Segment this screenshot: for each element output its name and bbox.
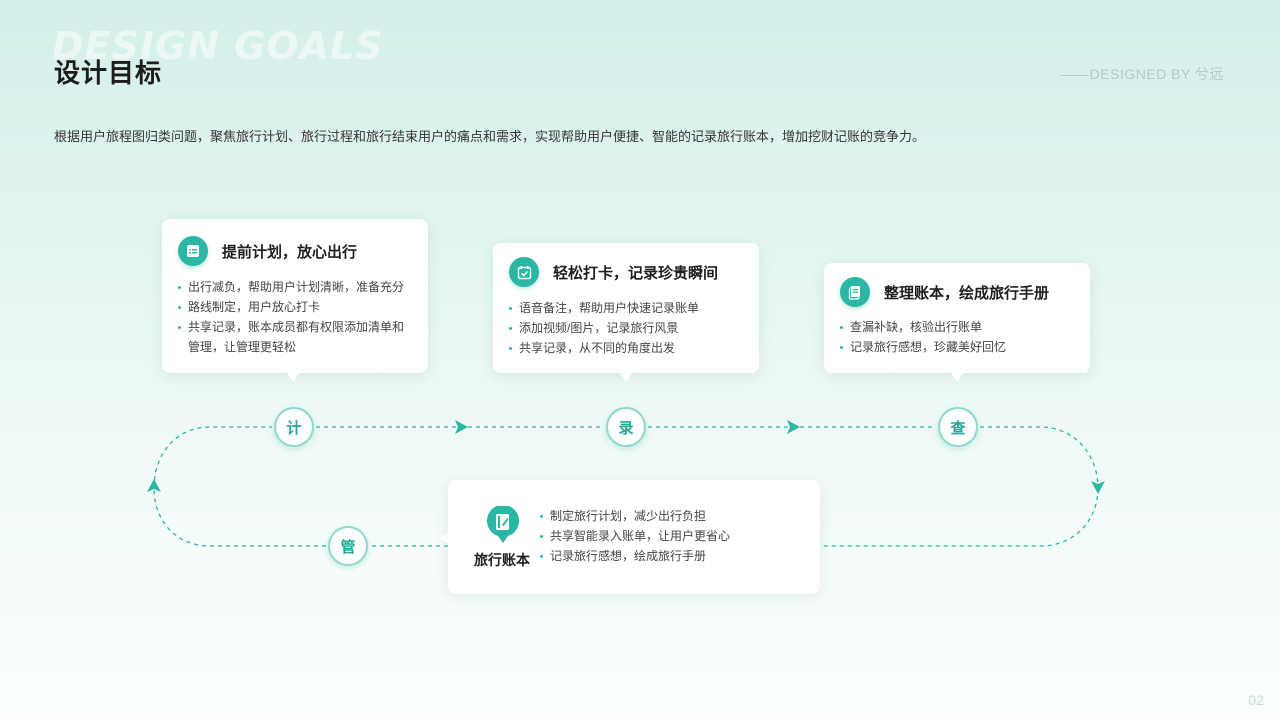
card-bullet-list: 出行减负，帮助用户计划清晰，准备充分 路线制定，用户放心打卡 共享记录，账本成员… (178, 277, 404, 357)
flow-arrow-right-1 (455, 420, 468, 434)
bullet-item: 记录旅行感想，绘成旅行手册 (540, 546, 730, 566)
bullet-item-continued: 管理，让管理更轻松 (188, 340, 297, 354)
card-bullet-list: 查漏补缺，核验出行账单 记录旅行感想，珍藏美好回忆 (840, 317, 1006, 357)
list-icon (178, 236, 208, 266)
ledger-bullet-list: 制定旅行计划，减少出行负担 共享智能录入账单，让用户更省心 记录旅行感想，绘成旅… (540, 506, 730, 566)
node-record: 录 (606, 407, 646, 447)
travel-ledger-label: 旅行账本 (474, 552, 530, 568)
card-title: 提前计划，放心出行 (222, 243, 358, 261)
document-icon (840, 277, 870, 307)
bullet-item: 共享记录，从不同的角度出发 (509, 338, 699, 358)
bullet-item: 添加视频/图片，记录旅行风景 (509, 318, 699, 338)
bullet-item: 制定旅行计划，减少出行负担 (540, 506, 730, 526)
node-review: 查 (938, 407, 978, 447)
card-title: 整理账本，绘成旅行手册 (884, 284, 1050, 302)
bullet-item: 共享智能录入账单，让用户更省心 (540, 526, 730, 546)
bullet-item: 出行减负，帮助用户计划清晰，准备充分 (178, 277, 404, 297)
goal-card-review: 整理账本，绘成旅行手册 查漏补缺，核验出行账单 记录旅行感想，珍藏美好回忆 (824, 263, 1090, 382)
calendar-check-icon (509, 257, 539, 287)
card-bullet-list: 语音备注，帮助用户快速记录账单 添加视频/图片，记录旅行风景 共享记录，从不同的… (509, 298, 699, 358)
bullet-item: 语音备注，帮助用户快速记录账单 (509, 298, 699, 318)
card-title: 轻松打卡，记录珍贵瞬间 (553, 264, 719, 282)
flow-arrow-down (1091, 481, 1105, 494)
bullet-item: 共享记录，账本成员都有权限添加清单和 (178, 317, 404, 337)
page-number: 02 (1248, 692, 1264, 708)
goal-card-record: 轻松打卡，记录珍贵瞬间 语音备注，帮助用户快速记录账单 添加视频/图片，记录旅行… (493, 243, 759, 382)
notebook-pin-icon (486, 504, 520, 544)
goal-card-plan: 提前计划，放心出行 出行减负，帮助用户计划清晰，准备充分 路线制定，用户放心打卡… (162, 219, 428, 382)
travel-ledger-card: 旅行账本 制定旅行计划，减少出行负担 共享智能录入账单，让用户更省心 记录旅行感… (440, 480, 820, 594)
bullet-item: 路线制定，用户放心打卡 (178, 297, 404, 317)
node-plan: 计 (274, 407, 314, 447)
node-manage: 管 (328, 526, 368, 566)
bullet-item: 查漏补缺，核验出行账单 (840, 317, 1006, 337)
bullet-item: 记录旅行感想，珍藏美好回忆 (840, 337, 1006, 357)
flow-arrow-right-2 (787, 420, 800, 434)
flow-arrow-up (147, 479, 161, 492)
